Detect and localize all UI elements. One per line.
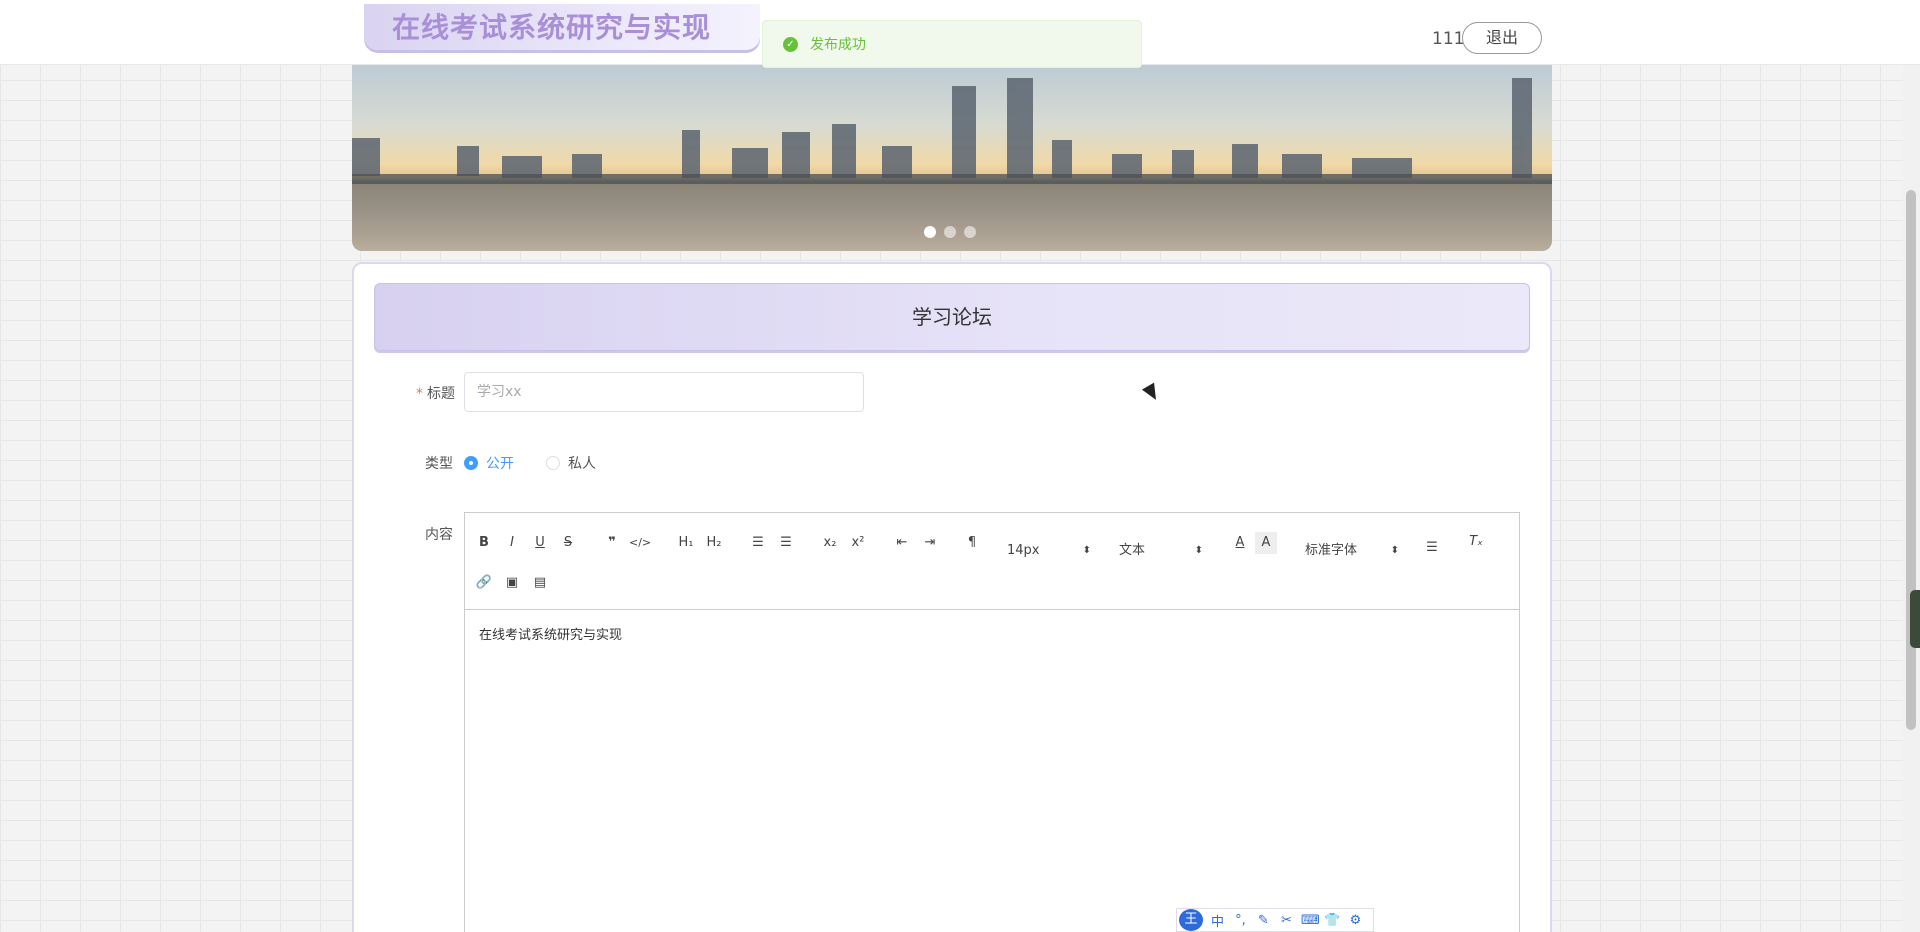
- logout-button[interactable]: 退出: [1462, 22, 1542, 54]
- content-label: 内容: [425, 527, 453, 543]
- video-icon[interactable]: ▤: [529, 572, 551, 594]
- toast-message: 发布成功: [810, 37, 866, 53]
- carousel-dot[interactable]: [964, 226, 976, 238]
- gear-icon[interactable]: ⚙: [1347, 913, 1364, 928]
- h2-icon[interactable]: H₂: [701, 532, 727, 554]
- strikethrough-icon[interactable]: S: [557, 532, 579, 554]
- carousel-dot[interactable]: [924, 226, 936, 238]
- title-label: * 标题: [416, 386, 455, 402]
- scrollbar-thumb[interactable]: [1906, 190, 1916, 730]
- forum-heading: 学习论坛: [374, 283, 1530, 351]
- font-family-select[interactable]: 标准字体 ⬍: [1305, 539, 1399, 563]
- editor-toolbar: B I U S ❞ </> H₁ H₂ ☰ ☰ x₂ x² ⇤ ⇥ ¶ 14px…: [465, 513, 1519, 610]
- username-label: 111: [1432, 29, 1465, 49]
- superscript-icon[interactable]: x²: [847, 532, 869, 554]
- font-size-select[interactable]: 14px ⬍: [1007, 539, 1091, 563]
- radio-circle: [546, 456, 560, 470]
- banner-carousel[interactable]: [352, 58, 1552, 251]
- font-color-icon[interactable]: A: [1229, 532, 1251, 554]
- underline-icon[interactable]: U: [529, 532, 551, 554]
- chevron-updown-icon: ⬍: [1390, 545, 1399, 556]
- carousel-dots: [924, 226, 976, 238]
- carousel-dot[interactable]: [944, 226, 956, 238]
- bullet-list-icon[interactable]: ☰: [775, 532, 797, 554]
- site-title: 在线考试系统研究与实现: [392, 11, 712, 44]
- type-label: 类型: [425, 456, 453, 472]
- success-toast: ✓ 发布成功: [762, 20, 1142, 68]
- scissors-icon[interactable]: ✂: [1278, 913, 1295, 928]
- subscript-icon[interactable]: x₂: [819, 532, 841, 554]
- bold-icon[interactable]: B: [473, 532, 495, 554]
- pen-icon[interactable]: ✎: [1255, 913, 1272, 928]
- clear-format-icon[interactable]: Tₓ: [1465, 531, 1487, 553]
- outdent-icon[interactable]: ⇤: [891, 532, 913, 554]
- ime-toolbar: 王 中 °, ✎ ✂ ⌨ 👕 ⚙: [1176, 908, 1374, 932]
- text-direction-icon[interactable]: ¶: [961, 532, 983, 554]
- align-icon[interactable]: ☰: [1421, 537, 1443, 559]
- type-radio-public[interactable]: 公开: [464, 453, 514, 473]
- ime-logo[interactable]: 王: [1179, 909, 1203, 931]
- side-widget-tab[interactable]: [1910, 590, 1920, 648]
- image-icon[interactable]: ▣: [501, 572, 523, 594]
- code-icon[interactable]: </>: [629, 532, 651, 554]
- type-radio-private[interactable]: 私人: [546, 453, 596, 473]
- rich-text-editor: B I U S ❞ </> H₁ H₂ ☰ ☰ x₂ x² ⇤ ⇥ ¶ 14px…: [464, 512, 1520, 932]
- skin-icon[interactable]: 👕: [1324, 913, 1341, 928]
- chevron-updown-icon: ⬍: [1082, 545, 1091, 556]
- h1-icon[interactable]: H₁: [673, 532, 699, 554]
- editor-content-area[interactable]: 在线考试系统研究与实现: [465, 610, 1519, 657]
- link-icon[interactable]: 🔗: [473, 572, 495, 594]
- radio-circle-checked: [464, 456, 478, 470]
- block-type-select[interactable]: 文本 ⬍: [1119, 539, 1203, 563]
- blockquote-icon[interactable]: ❞: [601, 532, 623, 554]
- background-color-icon[interactable]: A: [1255, 532, 1277, 554]
- title-input[interactable]: [464, 372, 864, 412]
- chevron-updown-icon: ⬍: [1194, 545, 1203, 556]
- ordered-list-icon[interactable]: ☰: [747, 532, 769, 554]
- indent-icon[interactable]: ⇥: [919, 532, 941, 554]
- city-skyline-image: [352, 78, 1552, 184]
- keyboard-icon[interactable]: ⌨: [1301, 913, 1320, 928]
- check-circle-icon: ✓: [783, 36, 798, 52]
- ime-mode-toggle[interactable]: 中: [1209, 911, 1226, 930]
- italic-icon[interactable]: I: [501, 532, 523, 554]
- punctuation-icon[interactable]: °,: [1232, 913, 1249, 928]
